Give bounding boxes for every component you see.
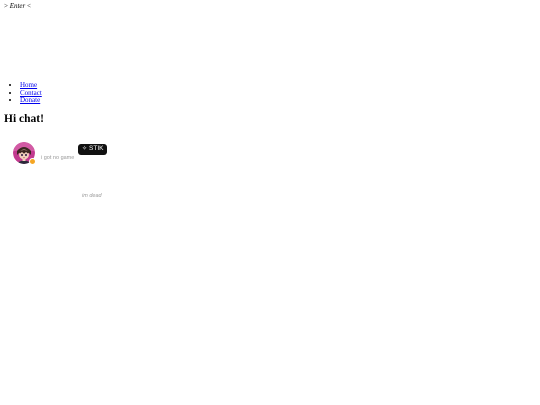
- avatar[interactable]: [13, 142, 36, 165]
- status-text: i got no game: [41, 155, 75, 161]
- nav-item-donate: Donate: [20, 96, 42, 105]
- enter-right-bracket: <: [25, 2, 31, 10]
- nav-list: Home Contact Donate: [6, 81, 42, 105]
- enter-link[interactable]: > Enter <: [4, 2, 31, 10]
- nav-link-donate[interactable]: Donate: [20, 96, 40, 104]
- tag-label: STIK: [89, 145, 104, 152]
- tag-chip[interactable]: ✧ STIK: [78, 144, 108, 155]
- footer-note: im dead: [82, 193, 102, 199]
- page-heading: Hi chat!: [4, 113, 44, 125]
- status-dot: [29, 158, 36, 165]
- page: > Enter < Home Contact Donate Hi chat!: [0, 0, 540, 405]
- sparkle-icon: ✧: [82, 146, 88, 152]
- enter-label: Enter: [9, 2, 26, 10]
